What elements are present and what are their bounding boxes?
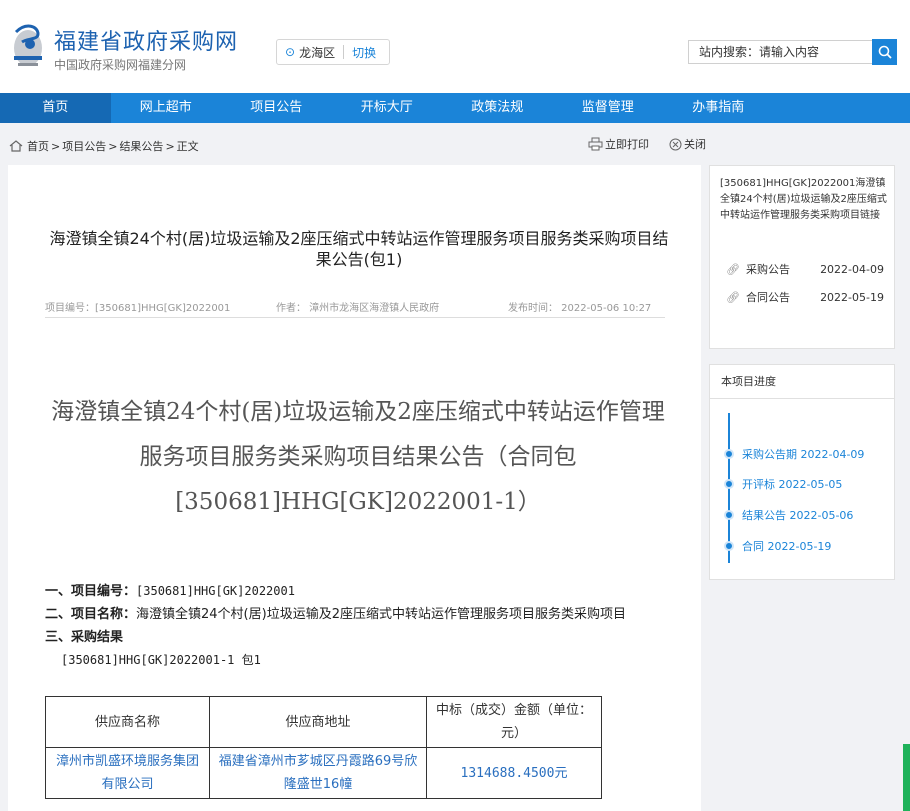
- timeline-dot: [724, 510, 734, 520]
- nav-supervision[interactable]: 监督管理: [553, 93, 664, 123]
- section-label: 二、项目名称：: [45, 607, 137, 622]
- meta-project-code: 项目编号：[350681]HHG[GK]2022001: [45, 303, 231, 314]
- location-pin-icon: ⊙: [285, 45, 296, 59]
- section-label: 一、项目编号：: [45, 584, 137, 599]
- breadcrumb-bar: 首页 > 项目公告 > 结果公告 > 正文 立即打印 关闭: [0, 123, 910, 165]
- announcement-heading: 海澄镇全镇24个村(居)垃圾运输及2座压缩式中转站运作管理服务项目服务类采购项目…: [51, 399, 665, 515]
- link-icon: 🔗︎: [726, 262, 740, 276]
- side-accent-bar: [903, 744, 910, 811]
- nav-policies[interactable]: 政策法规: [442, 93, 553, 123]
- related-link-label: 采购公告: [745, 263, 790, 276]
- close-label: 关闭: [684, 138, 706, 151]
- related-link-date: 2022-05-19: [820, 290, 884, 304]
- close-button[interactable]: 关闭: [669, 136, 706, 152]
- timeline-dot: [724, 479, 734, 489]
- section-project-code: 一、项目编号：[350681]HHG[GK]2022001: [45, 580, 665, 603]
- breadcrumb-sep: >: [165, 139, 175, 153]
- related-link-label: 合同公告: [745, 291, 790, 304]
- related-link-contract[interactable]: 🔗︎ 合同公告 2022-05-19: [726, 289, 884, 305]
- progress-panel: 本项目进度 采购公告期 2022-04-09 开评标 2022-05-05 结果…: [709, 364, 895, 580]
- article-panel: 海澄镇全镇24个村(居)垃圾运输及2座压缩式中转站运作管理服务项目服务类采购项目…: [8, 165, 701, 811]
- timeline-item[interactable]: 合同 2022-05-19: [724, 538, 831, 554]
- table-header: 供应商名称: [45, 696, 210, 748]
- related-link-date: 2022-04-09: [820, 262, 884, 276]
- link-icon: 🔗︎: [726, 290, 740, 304]
- timeline-dot: [724, 449, 734, 459]
- breadcrumb-result-notices[interactable]: 结果公告: [119, 138, 163, 154]
- timeline-dot: [724, 541, 734, 551]
- site-header: 福建省政府采购网 中国政府采购网福建分网 ⊙ 龙海区 切换 站内搜索：请输入内容: [0, 0, 910, 93]
- project-code-value: [350681]HHG[GK]2022001: [136, 584, 295, 598]
- site-search-input[interactable]: 站内搜索：请输入内容: [688, 40, 872, 64]
- supplier-name[interactable]: 漳州市凯盛环境服务集团有限公司: [45, 747, 210, 799]
- print-button[interactable]: 立即打印: [588, 136, 649, 152]
- table-header-row: 供应商名称 供应商地址 中标（成交）金额（单位：元）: [45, 696, 602, 748]
- breadcrumb-current: 正文: [176, 140, 199, 153]
- related-title: [350681]HHG[GK]2022001海澄镇全镇24个村(居)垃圾运输及2…: [720, 178, 887, 221]
- award-amount: 1314688.4500元: [426, 747, 602, 799]
- nav-guide[interactable]: 办事指南: [663, 93, 774, 123]
- close-icon: [669, 138, 682, 150]
- breadcrumb-sep: >: [51, 139, 61, 153]
- breadcrumb: 首页 > 项目公告 > 结果公告 > 正文: [9, 138, 201, 154]
- timeline-item[interactable]: 开评标 2022-05-05: [724, 476, 842, 492]
- nav-online-mall[interactable]: 网上超市: [111, 93, 222, 123]
- article-title: 海澄镇全镇24个村(居)垃圾运输及2座压缩式中转站运作管理服务项目服务类采购项目…: [49, 229, 669, 269]
- nav-home[interactable]: 首页: [0, 93, 111, 123]
- nav-project-notices[interactable]: 项目公告: [221, 93, 332, 123]
- divider: [343, 45, 345, 59]
- timeline-label: 结果公告 2022-05-06: [742, 509, 854, 522]
- printer-icon: [588, 137, 603, 151]
- home-icon: [9, 140, 23, 152]
- result-table: 供应商名称 供应商地址 中标（成交）金额（单位：元） 漳州市凯盛环境服务集团有限…: [45, 696, 602, 799]
- search-button[interactable]: [872, 39, 897, 65]
- timeline-item[interactable]: 采购公告期 2022-04-09: [724, 446, 864, 462]
- breadcrumb-project-notices[interactable]: 项目公告: [62, 138, 106, 154]
- section-label: 三、采购结果: [45, 630, 124, 645]
- site-title: 福建省政府采购网: [54, 30, 239, 55]
- region-selector[interactable]: ⊙ 龙海区 切换: [276, 39, 390, 65]
- print-label: 立即打印: [605, 138, 649, 151]
- search-icon: [878, 45, 892, 59]
- table-row: 漳州市凯盛环境服务集团有限公司 福建省漳州市芗城区丹霞路69号欣隆盛世16幢 1…: [45, 747, 602, 799]
- site-subtitle: 中国政府采购网福建分网: [54, 58, 187, 72]
- nav-bid-hall[interactable]: 开标大厅: [332, 93, 443, 123]
- timeline-label: 采购公告期 2022-04-09: [742, 448, 865, 461]
- meta-publish-time: 发布时间： 2022-05-06 10:27: [508, 303, 652, 314]
- article-body: 一、项目编号：[350681]HHG[GK]2022001 二、项目名称：海澄镇…: [45, 580, 665, 672]
- package-line: [350681]HHG[GK]2022001-1 包1: [61, 653, 261, 667]
- supplier-address: 福建省漳州市芗城区丹霞路69号欣隆盛世16幢: [209, 747, 427, 799]
- timeline-label: 开评标 2022-05-05: [742, 478, 843, 491]
- main-nav: 首页 网上超市 项目公告 开标大厅 政策法规 监督管理 办事指南: [0, 93, 910, 123]
- breadcrumb-sep: >: [108, 139, 118, 153]
- site-logo: [14, 24, 42, 66]
- meta-author: 作者： 漳州市龙海区海澄镇人民政府: [276, 303, 440, 314]
- table-header: 供应商地址: [209, 696, 427, 748]
- project-name-value: 海澄镇全镇24个村(居)垃圾运输及2座压缩式中转站运作管理服务项目服务类采购项目: [136, 607, 626, 622]
- related-links-panel: [350681]HHG[GK]2022001海澄镇全镇24个村(居)垃圾运输及2…: [709, 165, 895, 349]
- progress-title: 本项目进度: [710, 365, 894, 399]
- section-project-name: 二、项目名称：海澄镇全镇24个村(居)垃圾运输及2座压缩式中转站运作管理服务项目…: [45, 603, 665, 626]
- related-link-procurement[interactable]: 🔗︎ 采购公告 2022-04-09: [726, 261, 884, 277]
- article-tools: 立即打印 关闭: [588, 136, 726, 152]
- timeline-label: 合同 2022-05-19: [742, 540, 832, 553]
- breadcrumb-home[interactable]: 首页: [27, 138, 49, 154]
- table-header: 中标（成交）金额（单位：元）: [426, 696, 602, 748]
- region-switch-link[interactable]: 切换: [352, 44, 376, 61]
- timeline-item[interactable]: 结果公告 2022-05-06: [724, 507, 853, 523]
- region-name: 龙海区: [299, 45, 336, 60]
- section-result: 三、采购结果: [45, 626, 665, 649]
- article-meta: 项目编号：[350681]HHG[GK]2022001 作者： 漳州市龙海区海澄…: [45, 299, 665, 318]
